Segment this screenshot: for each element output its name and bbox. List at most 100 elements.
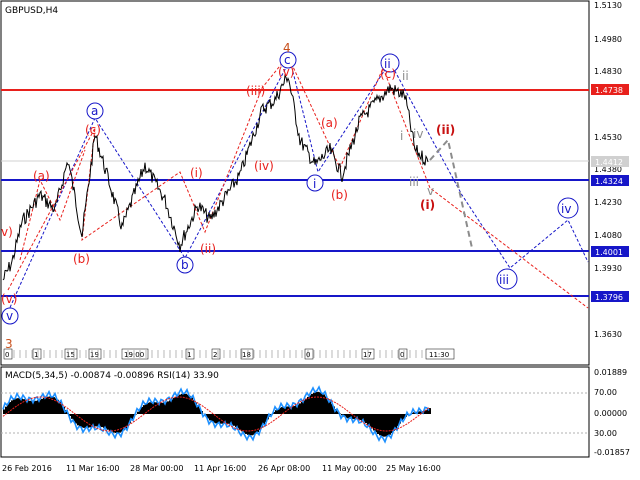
indicator-tick: 0.01889 bbox=[594, 368, 627, 377]
wave-label-gray-v: v bbox=[427, 184, 434, 198]
macd-bar bbox=[103, 414, 105, 428]
wave-label-gray-ii: ii bbox=[402, 69, 409, 83]
macd-bar bbox=[13, 399, 15, 414]
macd-bar bbox=[381, 414, 383, 437]
macd-bar bbox=[247, 414, 249, 435]
time-label: 28 Mar 00:00 bbox=[130, 464, 183, 473]
macd-bar bbox=[107, 414, 109, 430]
time-label: 26 Feb 2016 bbox=[2, 464, 52, 473]
macd-bar bbox=[147, 402, 149, 414]
macd-bar bbox=[187, 394, 189, 414]
wave-label-iv: iv bbox=[561, 202, 571, 216]
macd-bar bbox=[167, 401, 169, 414]
macd-bar bbox=[47, 396, 49, 414]
wave-label-ii-forecast: (ii) bbox=[436, 123, 455, 137]
macd-bar bbox=[235, 414, 237, 427]
macd-bar bbox=[293, 405, 295, 414]
wave-label-b-left: (b) bbox=[73, 252, 90, 266]
time-label: 26 Apr 08:00 bbox=[258, 464, 310, 473]
wave-label-a: a bbox=[91, 104, 98, 118]
macd-bar bbox=[3, 409, 5, 414]
macd-bar bbox=[143, 405, 145, 414]
macd-bar bbox=[315, 392, 317, 414]
indicator-tick: 0.00000 bbox=[594, 409, 627, 418]
macd-bar bbox=[5, 406, 7, 414]
badge-red: 1.4738 bbox=[595, 86, 623, 95]
chart-title: GBPUSD,H4 bbox=[5, 6, 58, 16]
price-tick: 1.4230 bbox=[594, 198, 622, 207]
macd-bar bbox=[301, 401, 303, 414]
time-label: 11 May 00:00 bbox=[322, 464, 377, 473]
macd-bar bbox=[359, 414, 361, 421]
badge-blue-mid: 1.4001 bbox=[595, 248, 623, 257]
price-tick: 1.3630 bbox=[594, 330, 622, 339]
wave-label-4: 4 bbox=[283, 41, 291, 55]
wave-label-v: v bbox=[6, 309, 13, 323]
macd-bar bbox=[371, 414, 373, 429]
macd-bar bbox=[43, 398, 45, 414]
macd-bar bbox=[319, 392, 321, 414]
macd-bar bbox=[19, 398, 21, 414]
macd-bar bbox=[387, 414, 389, 436]
timebar-seg: 0 bbox=[5, 351, 9, 359]
wave-label-iii: iii bbox=[499, 273, 509, 287]
macd-bar bbox=[243, 414, 245, 433]
macd-bar bbox=[45, 397, 47, 414]
macd-bar bbox=[173, 398, 175, 414]
price-tick: 1.5130 bbox=[594, 1, 622, 10]
macd-bar bbox=[377, 414, 379, 434]
wave-label-c-left: (c) bbox=[85, 123, 101, 137]
gray-forecast-path bbox=[429, 137, 473, 249]
wave-label-a-mid: (a) bbox=[321, 116, 338, 130]
macd-bar bbox=[71, 414, 73, 419]
macd-bar bbox=[101, 414, 103, 428]
macd-bar bbox=[253, 414, 255, 435]
macd-bar bbox=[249, 414, 251, 436]
timebar-seg: 11:30 bbox=[429, 351, 449, 359]
time-label: 11 Apr 16:00 bbox=[194, 464, 246, 473]
macd-bar bbox=[385, 414, 387, 437]
time-label: 25 May 16:00 bbox=[386, 464, 441, 473]
macd-bar bbox=[395, 414, 397, 429]
macd-bar bbox=[307, 396, 309, 414]
macd-bar bbox=[233, 414, 235, 426]
wave-label-iv-mid: (iv) bbox=[254, 159, 274, 173]
indicator-tick: 70.00 bbox=[594, 388, 617, 397]
badge-blue-upper: 1.4324 bbox=[595, 177, 623, 186]
macd-bar bbox=[389, 414, 391, 435]
macd-bar bbox=[383, 414, 385, 437]
wave-label-gray-i: i bbox=[400, 129, 403, 143]
macd-bar bbox=[241, 414, 243, 432]
macd-bar bbox=[81, 414, 83, 428]
macd-bar bbox=[227, 414, 229, 424]
chart-canvas[interactable]: GBPUSD,H4 1.5130 1.4980 1.4830 1.4530 1.… bbox=[0, 0, 640, 480]
wave-label-b: b bbox=[181, 258, 189, 272]
macd-bar bbox=[221, 414, 223, 424]
macd-bar bbox=[255, 414, 257, 434]
macd-bar bbox=[209, 414, 211, 421]
macd-bar bbox=[305, 398, 307, 414]
wave-label-ii-left: (ii) bbox=[200, 242, 216, 256]
wave-label-v-top: (v) bbox=[278, 65, 294, 79]
wave-label-v-bottom: (v) bbox=[1, 292, 17, 306]
wave-label-i-left: (i) bbox=[190, 166, 203, 180]
timebar-seg: 19 bbox=[90, 351, 99, 359]
macd-bar bbox=[113, 414, 115, 433]
badge-blue-low: 1.3796 bbox=[595, 293, 623, 302]
macd-bar bbox=[79, 414, 81, 427]
macd-bar bbox=[375, 414, 377, 433]
macd-bar bbox=[321, 393, 323, 414]
blue-labels: a b c ii i v iii iv bbox=[1, 51, 579, 325]
macd-bar bbox=[137, 411, 139, 414]
macd-bar bbox=[155, 402, 157, 414]
indicator-title: MACD(5,34,5) -0.00874 -0.00896 RSI(14) 3… bbox=[5, 371, 219, 381]
macd-bar bbox=[175, 396, 177, 414]
macd-bar bbox=[149, 402, 151, 414]
macd-bar bbox=[53, 397, 55, 414]
macd-bar bbox=[95, 414, 97, 427]
macd-bar bbox=[429, 408, 431, 414]
wave-label-gray-iv: iv bbox=[413, 127, 423, 141]
macd-bar bbox=[365, 414, 367, 424]
macd-bar bbox=[329, 401, 331, 414]
price-tick: 1.3930 bbox=[594, 264, 622, 273]
